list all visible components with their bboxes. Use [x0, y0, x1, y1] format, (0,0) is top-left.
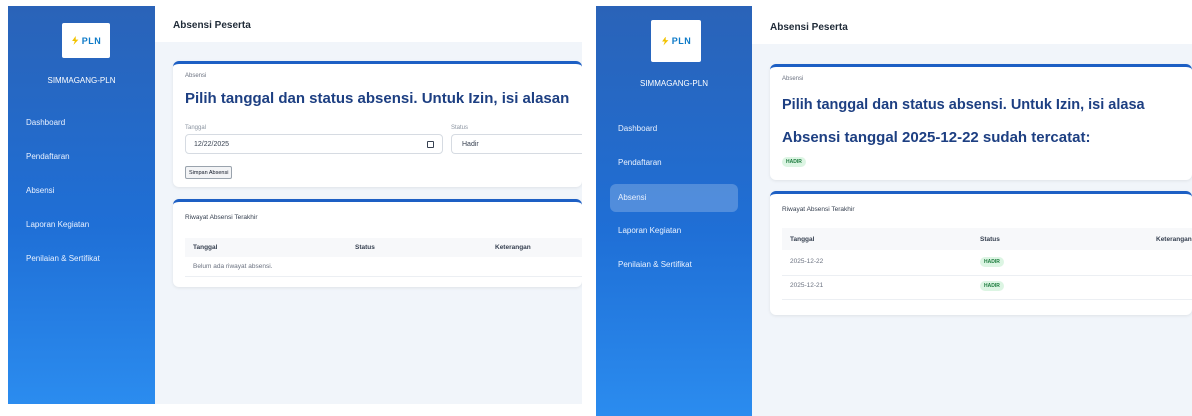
sidebar: PLN SIMMAGANG-PLN Dashboard Pendaftaran … — [596, 6, 752, 416]
sidebar-item-penilaian-sertifikat[interactable]: Penilaian & Sertifikat — [8, 246, 155, 280]
topbar: Absensi Peserta — [155, 6, 582, 42]
table-row: 2025-12-22 HADIR — [782, 252, 1192, 276]
sidebar-item-absensi[interactable]: Absensi — [8, 178, 155, 212]
card-label: Absensi — [185, 73, 207, 79]
history-title: Riwayat Absensi Terakhir — [185, 214, 258, 221]
pln-logo: PLN — [62, 23, 110, 58]
column-header-status: Status — [355, 244, 375, 251]
screen-before-submit: PLN SIMMAGANG-PLN Dashboard Pendaftaran … — [8, 6, 582, 404]
sidebar-item-laporan-kegiatan[interactable]: Laporan Kegiatan — [596, 218, 752, 252]
status-label: Status — [451, 125, 469, 131]
sidebar-nav: Dashboard Pendaftaran Absensi Laporan Ke… — [596, 116, 752, 286]
save-attendance-button[interactable]: Simpan Absensi — [185, 166, 233, 179]
calendar-icon[interactable] — [427, 141, 434, 148]
status-value: Hadir — [462, 141, 479, 148]
table-header: Tanggal Status Keterangan — [185, 238, 582, 257]
row-date: 2025-12-21 — [790, 282, 824, 289]
brand-name: SIMMAGANG-PLN — [639, 79, 708, 88]
history-card: Riwayat Absensi Terakhir Tanggal Status … — [173, 199, 582, 287]
instruction-headline: Pilih tanggal dan status absensi. Untuk … — [782, 97, 1145, 113]
brand-name: SIMMAGANG-PLN — [47, 76, 116, 85]
date-label: Tanggal — [185, 125, 207, 131]
page-title: Absensi Peserta — [173, 20, 251, 31]
row-date: 2025-12-22 — [790, 258, 824, 265]
empty-message: Belum ada riwayat absensi. — [193, 263, 273, 270]
sidebar-item-absensi[interactable]: Absensi — [610, 184, 738, 212]
date-value: 12/22/2025 — [194, 141, 230, 148]
row-status-badge: HADIR — [980, 257, 1004, 267]
screen-after-submit: PLN SIMMAGANG-PLN Dashboard Pendaftaran … — [596, 6, 1192, 416]
table-header: Tanggal Status Keterangan — [782, 228, 1192, 250]
topbar: Absensi Peserta — [752, 6, 1192, 44]
logo-text: PLN — [81, 35, 102, 46]
history-card: Riwayat Absensi Terakhir Tanggal Status … — [770, 191, 1192, 315]
sidebar-item-penilaian-sertifikat[interactable]: Penilaian & Sertifikat — [596, 252, 752, 286]
status-select[interactable]: Hadir — [451, 134, 582, 154]
column-header-tanggal: Tanggal — [193, 244, 218, 251]
screenshot-pair: PLN SIMMAGANG-PLN Dashboard Pendaftaran … — [0, 0, 1192, 416]
table-row-empty: Belum ada riwayat absensi. — [185, 257, 582, 277]
lightning-icon — [662, 36, 669, 46]
column-header-keterangan: Keterangan — [1156, 236, 1192, 243]
sidebar-nav: Dashboard Pendaftaran Absensi Laporan Ke… — [8, 110, 155, 280]
sidebar-item-pendaftaran[interactable]: Pendaftaran — [596, 150, 752, 184]
history-title: Riwayat Absensi Terakhir — [782, 206, 855, 213]
column-header-status: Status — [980, 236, 1000, 243]
row-status-badge: HADIR — [980, 281, 1004, 291]
attendance-form-card: Absensi Pilih tanggal dan status absensi… — [173, 61, 582, 187]
sidebar-item-pendaftaran[interactable]: Pendaftaran — [8, 144, 155, 178]
status-badge: HADIR — [782, 157, 806, 167]
logo-text: PLN — [671, 36, 692, 46]
sidebar: PLN SIMMAGANG-PLN Dashboard Pendaftaran … — [8, 6, 155, 404]
sidebar-item-dashboard[interactable]: Dashboard — [8, 110, 155, 144]
lightning-icon — [72, 36, 79, 45]
table-row: 2025-12-21 HADIR — [782, 276, 1192, 300]
instruction-headline: Pilih tanggal dan status absensi. Untuk … — [185, 90, 570, 107]
sidebar-item-dashboard[interactable]: Dashboard — [596, 116, 752, 150]
attendance-status-card: Absensi Pilih tanggal dan status absensi… — [770, 64, 1192, 180]
card-label: Absensi — [782, 76, 804, 82]
date-input[interactable]: 12/22/2025 — [185, 134, 443, 154]
recorded-message: Absensi tanggal 2025-12-22 sudah tercata… — [782, 129, 1091, 146]
page-title: Absensi Peserta — [770, 22, 848, 33]
column-header-tanggal: Tanggal — [790, 236, 815, 243]
column-header-keterangan: Keterangan — [495, 244, 531, 251]
sidebar-item-laporan-kegiatan[interactable]: Laporan Kegiatan — [8, 212, 155, 246]
pln-logo: PLN — [651, 20, 701, 62]
